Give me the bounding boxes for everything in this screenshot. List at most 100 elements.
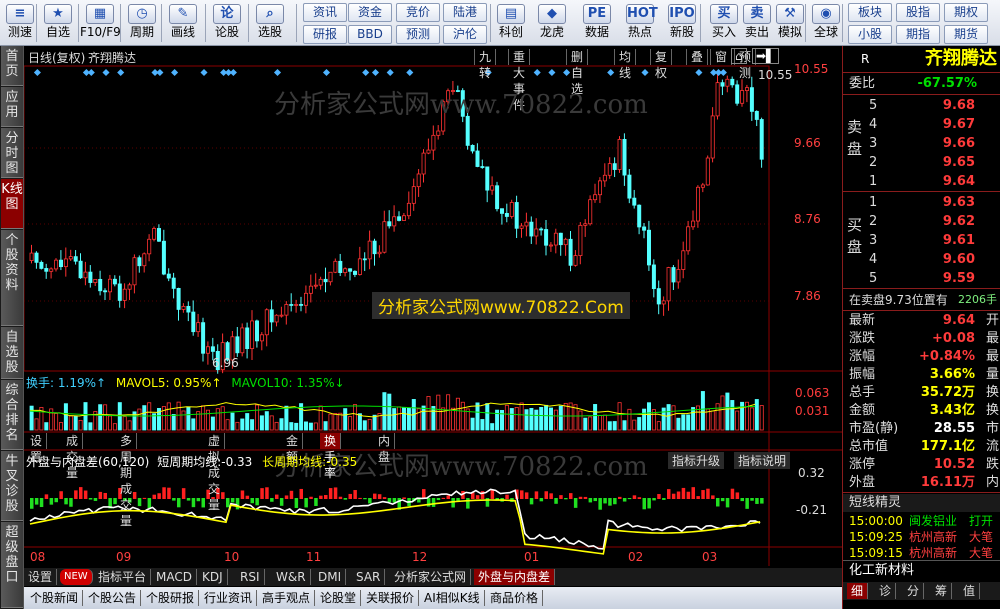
sidebar-item-7[interactable]: 牛叉诊股 bbox=[1, 451, 23, 521]
indicator-tab-10[interactable]: 外盘与内盘差 bbox=[474, 569, 556, 585]
chart-top-button-6[interactable]: 窗 bbox=[710, 49, 733, 65]
bid-row[interactable]: 3 9.61 bbox=[843, 232, 1000, 250]
candle-body bbox=[715, 82, 720, 117]
signal-diamond bbox=[719, 68, 727, 77]
sprite-row[interactable]: 15:09:25 杭州高新 大笔 bbox=[843, 529, 1000, 545]
quote-tab-2[interactable]: 分 bbox=[903, 583, 925, 599]
indicator-tab-7[interactable]: DMI bbox=[314, 569, 347, 585]
toolbar-small-button-13[interactable]: 期货 bbox=[944, 25, 988, 44]
toolbar-small-button-10[interactable]: 期权 bbox=[944, 3, 988, 22]
indicator-tab-6[interactable]: W&R bbox=[272, 569, 311, 585]
quote-tab-3[interactable]: 筹 bbox=[931, 583, 953, 599]
sidebar-item-3[interactable]: K线图 bbox=[1, 179, 23, 229]
toolbar-button-14[interactable]: ⚒ 模拟 bbox=[770, 2, 810, 44]
toolbar-small-button-3[interactable]: 陆港 bbox=[443, 3, 487, 22]
lock-icon[interactable]: ⌂ bbox=[731, 48, 747, 64]
toolbar-button-10[interactable]: HOT 热点 bbox=[620, 2, 660, 44]
volume-tab-0[interactable]: 设置 bbox=[26, 433, 48, 464]
info-tab-7[interactable]: AI相似K线 bbox=[420, 590, 485, 606]
info-tab-2[interactable]: 个股研报 bbox=[142, 590, 200, 606]
toolbar-button-6[interactable]: ⌕ 选股 bbox=[250, 2, 290, 44]
info-tab-4[interactable]: 高手观点 bbox=[258, 590, 316, 606]
volume-bar bbox=[108, 415, 113, 431]
chart-top-button-0[interactable]: 九转 bbox=[474, 49, 497, 80]
indicator-tab-3[interactable]: MACD bbox=[152, 569, 197, 585]
info-tab-6[interactable]: 关联报价 bbox=[362, 590, 420, 606]
toolbar-button-9[interactable]: PE 数据 bbox=[577, 2, 617, 44]
info-tab-3[interactable]: 行业资讯 bbox=[200, 590, 258, 606]
sidebar-item-4[interactable]: 个股资料 bbox=[1, 230, 23, 326]
info-tab-5[interactable]: 论股堂 bbox=[316, 590, 362, 606]
toolbar-button-4[interactable]: ✎ 画线 bbox=[163, 2, 203, 44]
sidebar-item-6[interactable]: 综合排名 bbox=[1, 380, 23, 450]
chart-top-button-2[interactable]: 删自选 bbox=[566, 49, 589, 96]
indicator-bar bbox=[279, 498, 284, 506]
toolbar-small-button-12[interactable]: 期指 bbox=[896, 25, 940, 44]
bid-row[interactable]: 2 9.62 bbox=[843, 213, 1000, 231]
toolbar-button-8[interactable]: ◆ 龙虎 bbox=[532, 2, 572, 44]
sidebar-item-5[interactable]: 自选股 bbox=[1, 327, 23, 379]
info-tab-0[interactable]: 个股新闻 bbox=[26, 590, 84, 606]
toolbar-small-button-5[interactable]: BBD bbox=[348, 25, 392, 44]
volume-tab-6[interactable]: 内盘 bbox=[374, 433, 396, 464]
info-tab-8[interactable]: 商品价格 bbox=[486, 590, 544, 606]
chart-top-button-4[interactable]: 复权 bbox=[650, 49, 673, 80]
toolbar-button-2[interactable]: ▦ F10/F9 bbox=[80, 2, 121, 44]
sidebar-item-8[interactable]: 超级盘口 bbox=[1, 522, 23, 608]
indicator-tab-1[interactable]: NEW bbox=[60, 569, 93, 585]
indicator-tab-0[interactable]: 设置 bbox=[24, 569, 58, 585]
toolbar-button-0[interactable]: ≡ 测速 bbox=[0, 2, 40, 44]
toolbar-small-button-2[interactable]: 竞价 bbox=[396, 3, 440, 22]
toolbar-small-button-0[interactable]: 资讯 bbox=[303, 3, 347, 22]
sidebar-item-1[interactable]: 应用 bbox=[1, 87, 23, 127]
ask-row[interactable]: 5 9.68 bbox=[843, 97, 1000, 115]
indicator-tab-4[interactable]: KDJ bbox=[198, 569, 228, 585]
sidebar-item-0[interactable]: 首页 bbox=[1, 46, 23, 86]
indicator-tab-9[interactable]: 分析家公式网 bbox=[390, 569, 472, 585]
toolbar-button-3[interactable]: ◷ 周期 bbox=[122, 2, 162, 44]
volume-tab-2[interactable]: 多周期成交量 bbox=[116, 433, 138, 528]
quote-tab-4[interactable]: 值 bbox=[959, 583, 981, 599]
chart-top-button-5[interactable]: 叠 bbox=[686, 49, 709, 65]
ask-row[interactable]: 4 9.67 bbox=[843, 116, 1000, 134]
volume-tab-3[interactable]: 虚拟成交量 bbox=[204, 433, 226, 512]
quote-tab-0[interactable]: 细 bbox=[847, 583, 869, 599]
bid-row[interactable]: 1 9.63 bbox=[843, 194, 1000, 212]
toolbar-small-button-9[interactable]: 股指 bbox=[896, 3, 940, 22]
toolbar-small-button-6[interactable]: 预测 bbox=[396, 25, 440, 44]
volume-tab-5[interactable]: 换手率 bbox=[320, 433, 342, 480]
indicator-tab-2[interactable]: 指标平台 bbox=[94, 569, 152, 585]
toolbar-button-11[interactable]: IPO 新股 bbox=[662, 2, 702, 44]
toolbar-button-1[interactable]: ★ 自选 bbox=[38, 2, 78, 44]
arrow-right-icon[interactable]: ➡▌ bbox=[752, 48, 780, 64]
toolbar-small-button-7[interactable]: 沪伦 bbox=[443, 25, 487, 44]
sprite-row[interactable]: 15:09:15 杭州高新 大笔 bbox=[843, 545, 1000, 561]
toolbar-button-15[interactable]: ◉ 全球 bbox=[806, 2, 846, 44]
info-tab-1[interactable]: 个股公告 bbox=[84, 590, 142, 606]
toolbar-button-5[interactable]: 论论股 bbox=[207, 2, 247, 44]
indicator-upgrade-button[interactable]: 指标升级 bbox=[668, 452, 725, 469]
chart-top-button-1[interactable]: 重大事件 bbox=[508, 49, 531, 112]
quote-tab-1[interactable]: 诊 bbox=[875, 583, 897, 599]
toolbar-small-button-11[interactable]: 小股 bbox=[848, 25, 892, 44]
ask-row[interactable]: 2 9.65 bbox=[843, 154, 1000, 172]
kline-chart-area[interactable]: 日线(复权) 齐翔腾达 九转 重大事件 删自选 均线 复权叠窗预测 ⌂ ➡▌ 10.55… bbox=[24, 46, 842, 609]
stat-label: 涨跌 bbox=[849, 331, 876, 346]
bid-row[interactable]: 4 9.60 bbox=[843, 251, 1000, 269]
toolbar-small-button-8[interactable]: 板块 bbox=[848, 3, 892, 22]
volume-tab-1[interactable]: 成交量 bbox=[62, 433, 84, 480]
toolbar-small-button-1[interactable]: 资金 bbox=[348, 3, 392, 22]
sidebar-item-2[interactable]: 分时图 bbox=[1, 128, 23, 178]
indicator-tab-5[interactable]: RSI bbox=[236, 569, 265, 585]
ask-row[interactable]: 3 9.66 bbox=[843, 135, 1000, 153]
ask-row[interactable]: 1 9.64 bbox=[843, 173, 1000, 191]
indicator-help-button[interactable]: 指标说明 bbox=[734, 452, 791, 469]
volume-tab-4[interactable]: 金额 bbox=[282, 433, 304, 464]
toolbar-button-7[interactable]: ▤ 科创 bbox=[491, 2, 531, 44]
indicator-tab-8[interactable]: SAR bbox=[352, 569, 386, 585]
chart-canvas[interactable] bbox=[24, 46, 842, 609]
sprite-row[interactable]: 15:00:00 闽发铝业 打开 bbox=[843, 513, 1000, 529]
bid-row[interactable]: 5 9.59 bbox=[843, 270, 1000, 288]
toolbar-small-button-4[interactable]: 研报 bbox=[303, 25, 347, 44]
chart-top-button-3[interactable]: 均线 bbox=[614, 49, 637, 80]
